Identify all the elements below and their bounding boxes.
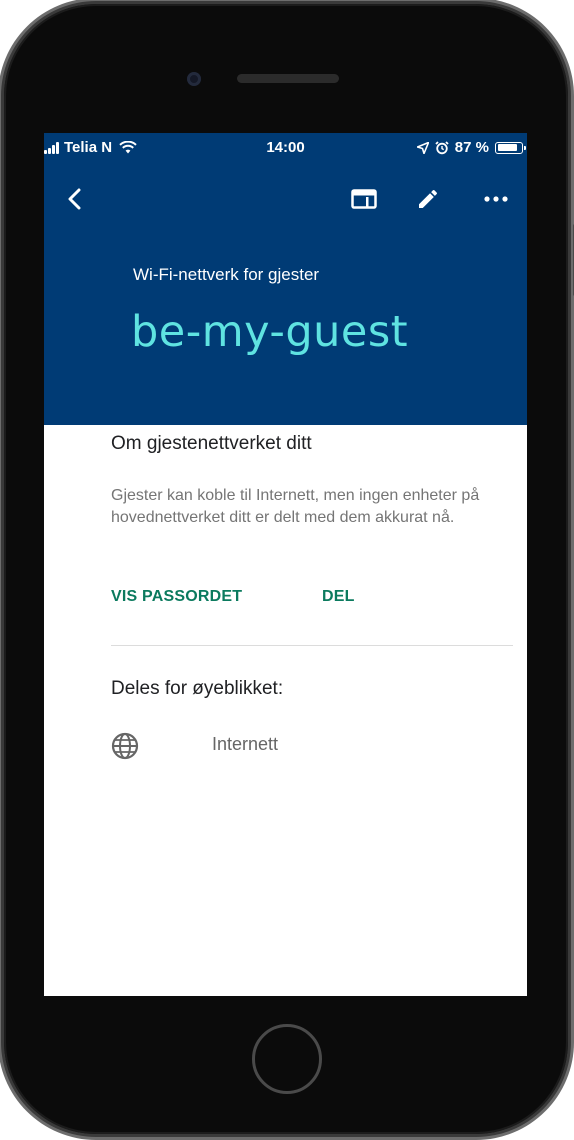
- network-header: Telia N 14:00 87 % Wi-Fi-nettverk for gj…: [44, 133, 527, 425]
- divider: [111, 645, 513, 646]
- show-password-button[interactable]: VIS PASSORDET: [111, 588, 242, 606]
- network-type-label: Wi-Fi-nettverk for gjester: [133, 265, 320, 284]
- network-name: be-my-guest: [131, 307, 409, 357]
- globe-icon: [111, 732, 139, 760]
- shared-item-internet: Internett: [212, 734, 279, 754]
- home-button[interactable]: [252, 1024, 322, 1094]
- edit-icon[interactable]: [410, 181, 446, 217]
- battery-icon: [495, 141, 526, 154]
- more-icon[interactable]: [478, 181, 514, 217]
- status-right: 87 %: [411, 139, 526, 156]
- about-title: Om gjestenettverket ditt: [111, 433, 312, 454]
- share-button[interactable]: DEL: [322, 588, 355, 606]
- battery-fill: [497, 144, 517, 151]
- back-chevron-icon[interactable]: [57, 181, 93, 217]
- location-icon: [416, 141, 429, 154]
- earpiece-speaker: [237, 74, 339, 83]
- alarm-icon: [435, 140, 449, 154]
- about-description: Gjester kan koble til Internett, men ing…: [111, 487, 480, 526]
- status-bar: Telia N 14:00 87 %: [44, 133, 527, 163]
- shared-title: Deles for øyeblikket:: [111, 678, 284, 699]
- card-view-icon[interactable]: [346, 181, 382, 217]
- app-screen: Telia N 14:00 87 % Wi-Fi-nettverk for gj…: [44, 133, 527, 996]
- battery-percent: 87 %: [454, 139, 489, 156]
- front-camera: [187, 72, 201, 86]
